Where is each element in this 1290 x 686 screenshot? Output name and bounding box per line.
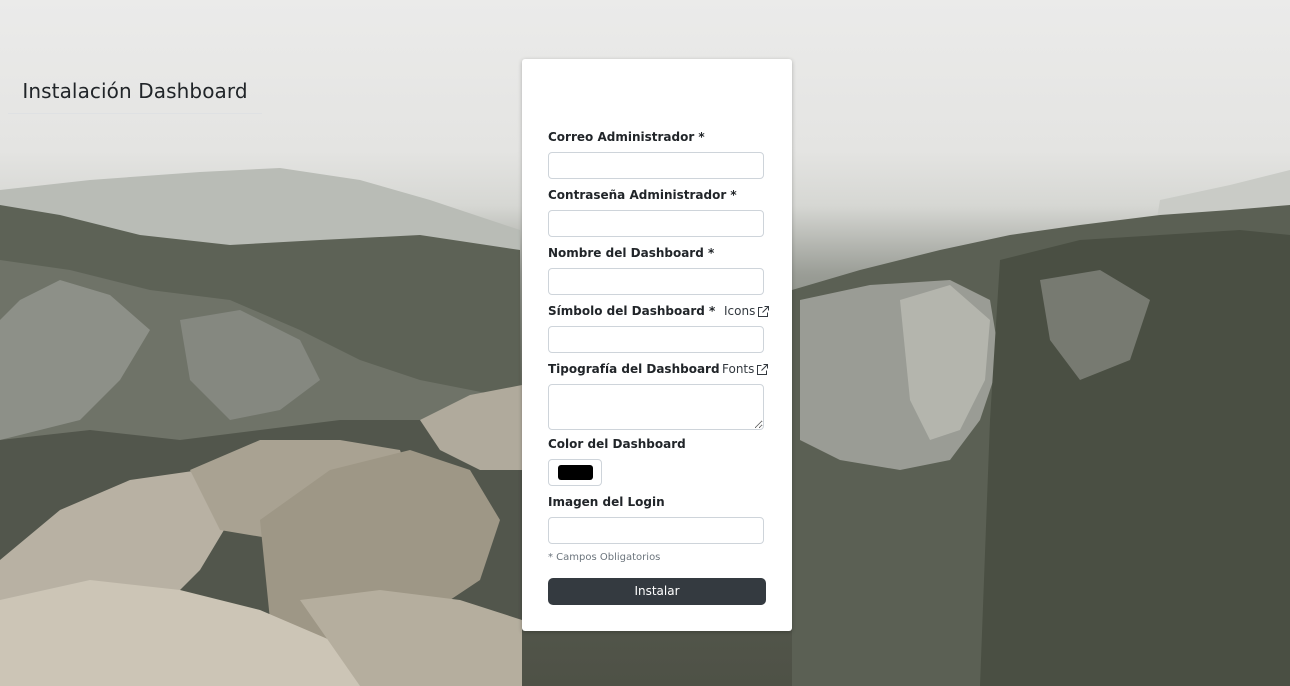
title-divider [8, 113, 262, 114]
color-swatch [558, 465, 593, 480]
fonts-link[interactable]: Fonts [722, 362, 769, 376]
dashboard-color-label: Color del Dashboard [548, 437, 686, 451]
external-link-icon [758, 305, 770, 317]
dashboard-name-label: Nombre del Dashboard * [548, 246, 715, 260]
admin-password-label: Contraseña Administrador * [548, 188, 737, 202]
icons-link-label: Icons [724, 304, 756, 318]
install-button[interactable]: Instalar [548, 578, 766, 605]
login-image-input[interactable] [548, 517, 764, 544]
admin-email-label: Correo Administrador * [548, 130, 705, 144]
dashboard-symbol-input[interactable] [548, 326, 764, 353]
dashboard-symbol-label: Símbolo del Dashboard * [548, 304, 716, 318]
login-image-label: Imagen del Login [548, 495, 665, 509]
dashboard-color-picker[interactable] [548, 459, 602, 486]
fonts-link-label: Fonts [722, 362, 755, 376]
admin-password-input[interactable] [548, 210, 764, 237]
icons-link[interactable]: Icons [724, 304, 770, 318]
dashboard-typography-textarea[interactable] [548, 384, 764, 430]
dashboard-typography-label: Tipografía del Dashboard [548, 362, 720, 376]
dashboard-name-input[interactable] [548, 268, 764, 295]
page-title: Instalación Dashboard [22, 79, 248, 103]
admin-email-input[interactable] [548, 152, 764, 179]
required-fields-note: * Campos Obligatorios [548, 552, 661, 563]
external-link-icon [757, 363, 769, 375]
